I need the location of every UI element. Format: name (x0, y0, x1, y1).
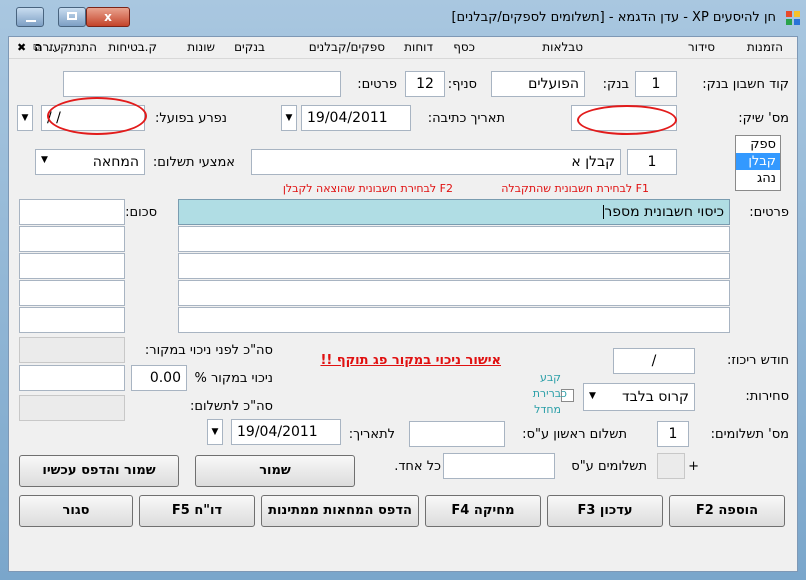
close-button[interactable]: סגור (19, 495, 133, 527)
line-details-input[interactable] (178, 280, 730, 306)
consolidation-month-input[interactable]: / (613, 348, 695, 374)
first-payment-input[interactable] (409, 421, 505, 447)
minimize-button[interactable] (16, 7, 44, 27)
payments-of-label: תשלומים ע"ס (571, 459, 647, 474)
red-annotation-circle (47, 97, 147, 135)
check-number-label: מס' שיק: (738, 111, 789, 126)
red-annotation-circle (577, 105, 677, 135)
withholding-amount-input[interactable] (19, 365, 125, 391)
menu-disconnect[interactable]: התנתק (60, 40, 97, 54)
form-client-area: ✖ ⧉ ‥ עזרה התנתק ק.בטיחות שונות בנקים ספ… (8, 36, 798, 572)
payments-of-input[interactable] (443, 453, 555, 479)
line-sum-input[interactable] (19, 307, 125, 333)
line-details-input[interactable] (178, 226, 730, 252)
f1-hint: F1 לבחירת חשבונית שהתקבלה (501, 182, 649, 195)
line-sum-input[interactable] (19, 226, 125, 252)
total-before-label: סה"כ לפני ניכוי במקור: (144, 343, 273, 358)
maximize-button[interactable] (58, 7, 86, 27)
withholding-warning: אישור ניכוי במקור פג תוקף !! (320, 353, 501, 368)
line-sum-input[interactable] (19, 280, 125, 306)
bank-input[interactable]: הפועלים (491, 71, 585, 97)
menu-orders[interactable]: הזמנות (747, 40, 783, 54)
write-date-input[interactable]: 19/04/2011 (301, 105, 411, 131)
bank-label: בנק: (602, 77, 629, 92)
line-details-input[interactable]: כיסוי חשבונית מספר (178, 199, 730, 225)
print-checks-button[interactable]: הדפס המחאות ממתינות (261, 495, 419, 527)
line-details-input[interactable] (178, 307, 730, 333)
details-input[interactable] (63, 71, 341, 97)
supplier-type-listbox[interactable]: ספק קבלן נהג (735, 135, 781, 191)
branch-label: סניף: (447, 77, 477, 92)
menu-tables[interactable]: טבלאות (542, 40, 583, 54)
listbox-option-selected[interactable]: קבלן (736, 153, 780, 170)
chevron-down-icon[interactable]: ▼ (41, 155, 48, 165)
cashed-date-label: נפרע בפועל: (154, 111, 227, 126)
payment-method-select[interactable]: המחאה (35, 149, 145, 175)
closing-label: סחירות: (745, 389, 789, 404)
total-pay-output (19, 395, 125, 421)
cashed-date-dropdown[interactable]: ▼ (17, 105, 33, 131)
to-date-label: לתאריך: (348, 427, 395, 442)
withholding-pct-input[interactable]: 0.00 (131, 365, 187, 391)
line-sum-input[interactable] (19, 253, 125, 279)
window-title: חן להיסעים XP - עדן הדגמא - [תשלומים לספ… (451, 10, 776, 25)
save-button[interactable]: שמור (195, 455, 355, 487)
payment-method-label: אמצעי תשלום: (152, 155, 235, 170)
menu-help[interactable]: עזרה (35, 40, 61, 54)
close-window-button[interactable]: x (86, 7, 130, 27)
menu-bar: ✖ ⧉ ‥ עזרה התנתק ק.בטיחות שונות בנקים ספ… (9, 37, 797, 59)
delete-button[interactable]: מחיקה F4 (425, 495, 541, 527)
first-payment-label: תשלום ראשון ע"ס: (522, 427, 627, 442)
withholding-pct-label: ניכוי במקור % (194, 371, 273, 386)
branch-input[interactable]: 12 (405, 71, 445, 97)
menu-misc[interactable]: שונות (187, 40, 215, 54)
supplier-name-input[interactable]: קבלן א (251, 149, 621, 175)
lines-details-label: פרטים: (749, 205, 789, 220)
line-details-text: כיסוי חשבונית מספר (604, 204, 724, 220)
chevron-down-icon[interactable]: ▼ (589, 391, 596, 401)
app-icon (786, 11, 800, 25)
update-button[interactable]: עדכון F3 (547, 495, 663, 527)
bank-account-input[interactable]: 1 (635, 71, 677, 97)
f2-hint: F2 לבחירת חשבונית שהוצאה לקבלן (282, 182, 453, 195)
payments-count-label: מס' תשלומים: (710, 427, 789, 442)
to-date-input[interactable]: 19/04/2011 (231, 419, 341, 445)
report-button[interactable]: דו"ח F5 (139, 495, 255, 527)
listbox-option[interactable]: ספק (736, 136, 780, 153)
supplier-code-input[interactable]: 1 (627, 149, 677, 175)
add-button[interactable]: הוספה F2 (669, 495, 785, 527)
line-details-input[interactable] (178, 253, 730, 279)
total-before-output (19, 337, 125, 363)
total-pay-label: סה"כ לתשלום: (190, 399, 273, 414)
default-checkbox-label: קבע (539, 371, 561, 384)
to-date-dropdown[interactable]: ▼ (207, 419, 223, 445)
details-label: פרטים: (357, 77, 397, 92)
title-bar[interactable]: x חן להיסעים XP - עדן הדגמא - [תשלומים ל… (0, 0, 806, 36)
save-print-button[interactable]: שמור והדפס עכשיו (19, 455, 179, 487)
listbox-option[interactable]: נהג (736, 170, 780, 187)
each-label: כל אחד. (394, 459, 441, 474)
menu-reports[interactable]: דוחות (404, 40, 433, 54)
write-date-dropdown[interactable]: ▼ (281, 105, 297, 131)
menu-scheduling[interactable]: סידור (688, 40, 715, 54)
menu-money[interactable]: כסף (453, 40, 475, 54)
sum-label: סכום: (125, 205, 157, 220)
plus-label: + (688, 459, 699, 474)
default-checkbox-label: כברירת (532, 387, 567, 400)
line-sum-input[interactable] (19, 199, 125, 225)
default-checkbox-label: מחדל (534, 403, 561, 416)
menu-banks[interactable]: בנקים (234, 40, 265, 54)
write-date-label: תאריך כתיבה: (427, 111, 505, 126)
payments-count-input[interactable]: 1 (657, 421, 689, 447)
consolidation-month-label: חודש ריכוז: (726, 353, 789, 368)
closing-select[interactable]: קרוס בלבד (583, 383, 695, 411)
menu-suppliers[interactable]: ספקים/קבלנים (309, 40, 385, 54)
bank-account-label: קוד חשבון בנק: (702, 77, 789, 92)
menu-safety[interactable]: ק.בטיחות (108, 40, 157, 54)
extra-payments-output (657, 453, 685, 479)
app-window: x חן להיסעים XP - עדן הדגמא - [תשלומים ל… (0, 0, 806, 580)
